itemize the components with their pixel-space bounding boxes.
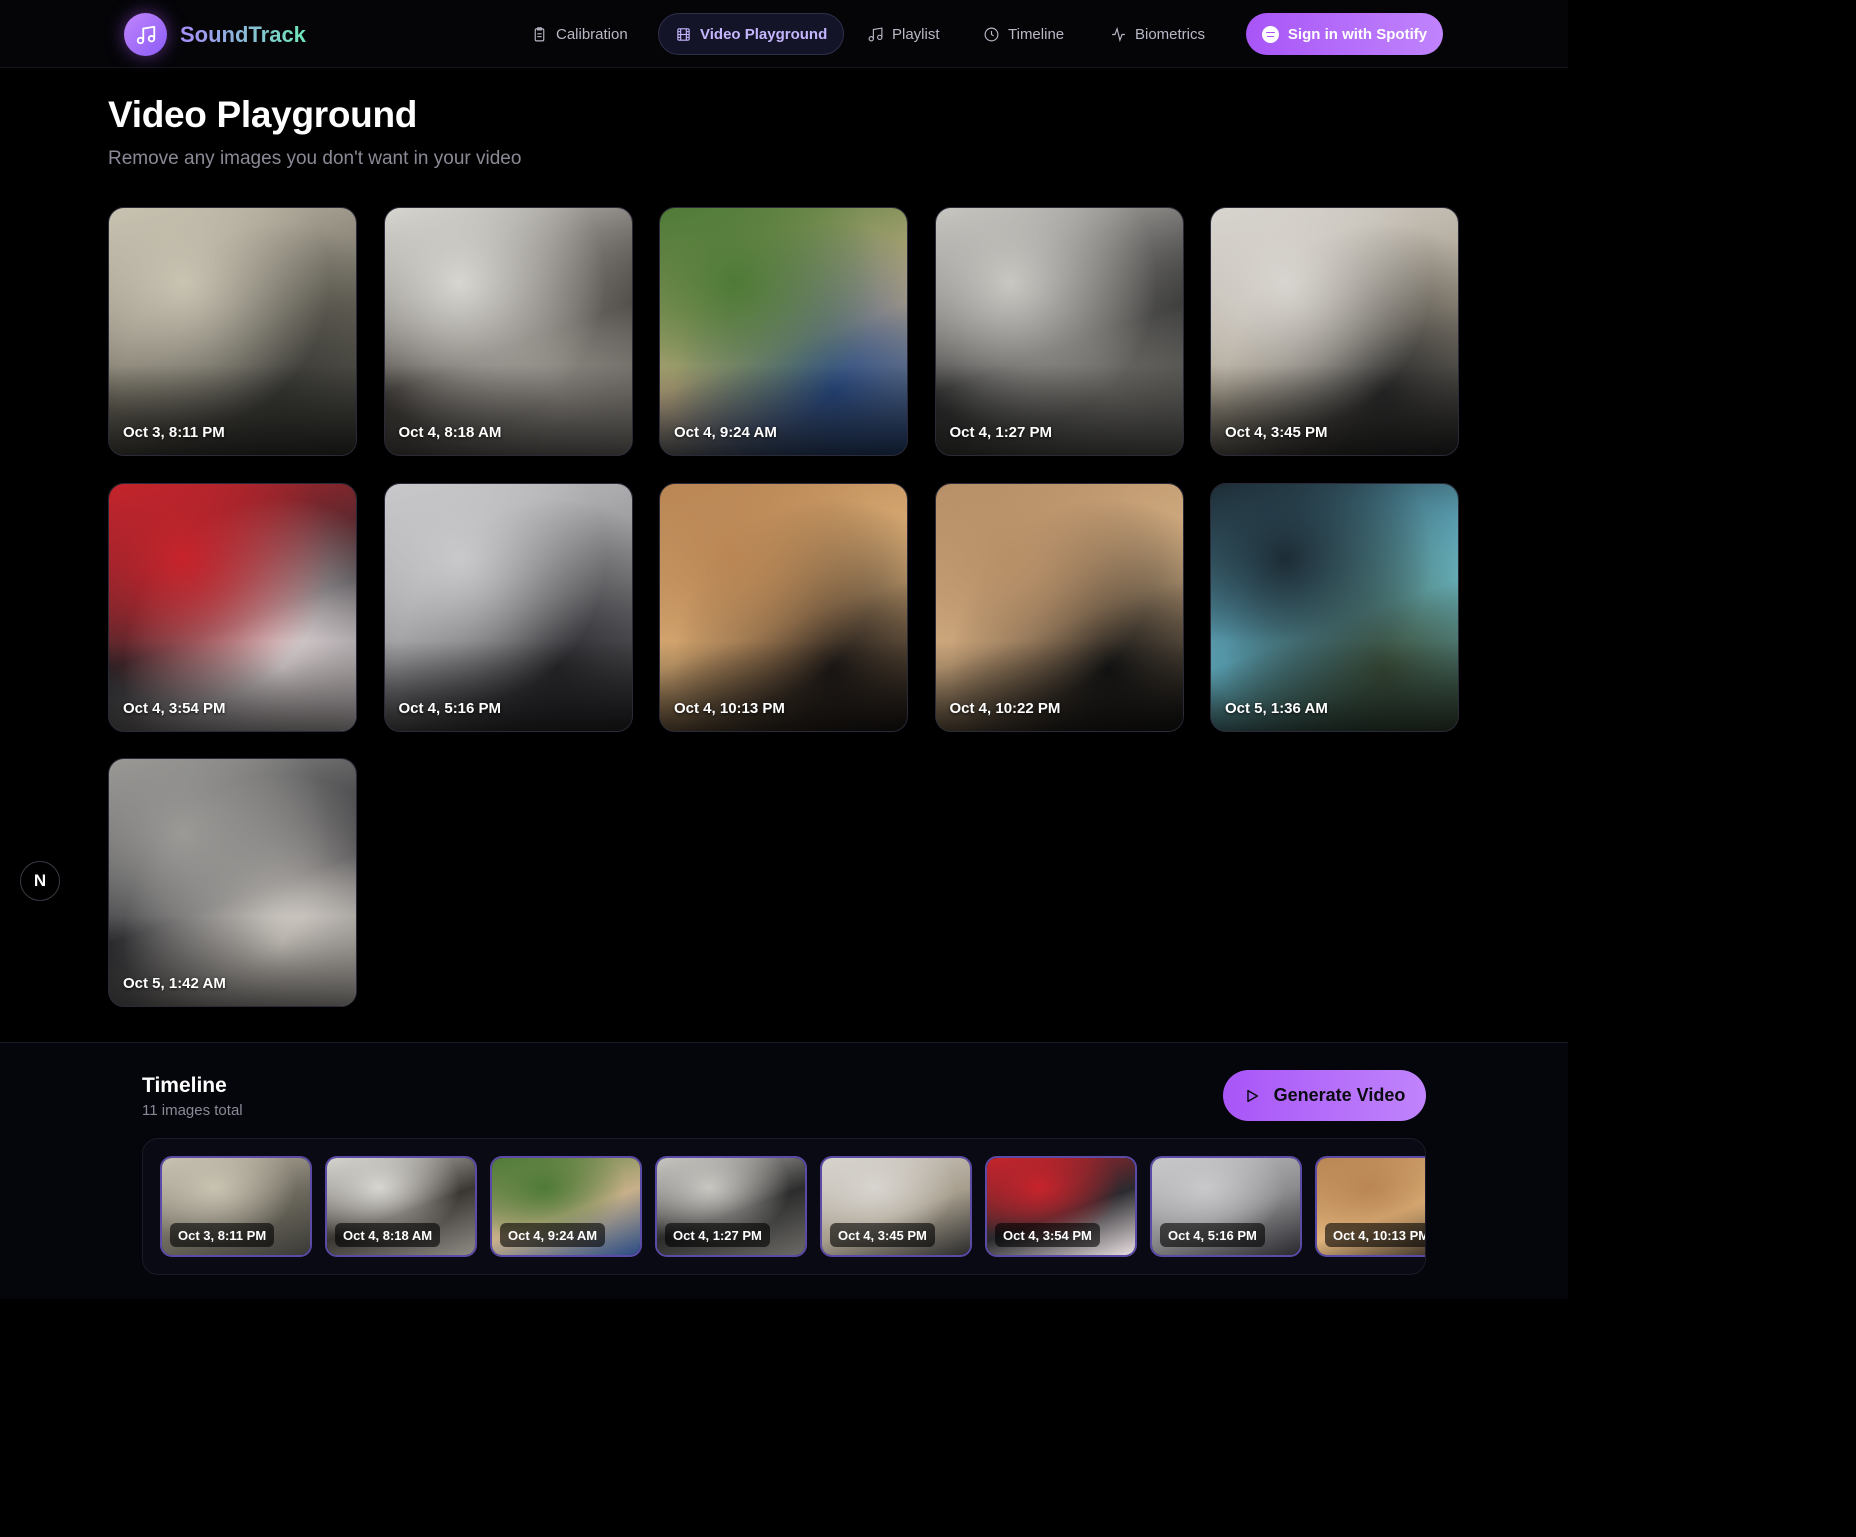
caption-gradient xyxy=(109,916,356,1006)
nav-item-timeline[interactable]: Timeline xyxy=(967,13,1080,55)
spotify-icon xyxy=(1261,25,1279,43)
thumb-timestamp: Oct 4, 1:27 PM xyxy=(665,1223,770,1247)
timeline-thumb[interactable]: Oct 4, 8:18 AM xyxy=(325,1156,477,1257)
nav-item-calibration[interactable]: Calibration xyxy=(515,13,644,55)
gallery-image-tile[interactable]: Oct 5, 1:42 AM xyxy=(108,758,357,1007)
caption-gradient xyxy=(384,640,632,731)
generate-video-label: Generate Video xyxy=(1273,1085,1406,1105)
photo-timestamp: Oct 3, 8:11 PM xyxy=(123,424,225,441)
timeline-thumb[interactable]: Oct 4, 9:24 AM xyxy=(490,1156,642,1257)
timeline-thumb[interactable]: Oct 4, 10:13 PM xyxy=(1315,1156,1425,1257)
thumb-timestamp: Oct 3, 8:11 PM xyxy=(170,1223,275,1247)
photo-timestamp: Oct 5, 1:36 AM xyxy=(1225,699,1328,717)
next-dev-badge[interactable]: N xyxy=(20,861,60,901)
caption-gradient xyxy=(109,365,356,455)
caption-gradient xyxy=(660,365,907,455)
photo-timestamp: Oct 4, 10:13 PM xyxy=(674,699,785,717)
gallery-image-tile[interactable]: Oct 5, 1:36 AM xyxy=(1210,482,1459,732)
nav-item-playlist[interactable]: Playlist xyxy=(851,13,956,55)
photo-timestamp: Oct 4, 8:18 AM xyxy=(398,424,502,441)
spotify-signin-label: Sign in with Spotify xyxy=(1287,25,1428,43)
photo-timestamp: Oct 5, 1:42 AM xyxy=(123,975,226,992)
gallery-image-tile[interactable]: Oct 4, 5:16 PM xyxy=(383,482,633,732)
gallery-image-tile[interactable]: Oct 4, 9:24 AM xyxy=(659,207,908,456)
gallery-image-tile[interactable]: Oct 3, 8:11 PM xyxy=(108,207,357,456)
caption-gradient xyxy=(1211,365,1458,455)
brand[interactable]: SoundTrack xyxy=(124,13,306,56)
photo-timestamp: Oct 4, 1:27 PM xyxy=(949,424,1053,441)
music-icon xyxy=(868,26,883,41)
caption-gradient xyxy=(109,640,356,731)
gallery-image-tile[interactable]: Oct 4, 8:18 AM xyxy=(383,207,633,456)
photo-timestamp: Oct 4, 10:22 PM xyxy=(949,699,1061,717)
thumb-timestamp: Oct 4, 10:13 PM xyxy=(1325,1223,1425,1247)
activity-icon xyxy=(1112,26,1125,42)
timeline-thumb[interactable]: Oct 4, 5:16 PM xyxy=(1150,1156,1302,1257)
timeline-thumb[interactable]: Oct 4, 3:54 PM xyxy=(985,1156,1137,1257)
thumb-timestamp: Oct 4, 8:18 AM xyxy=(335,1223,441,1247)
app-name: SoundTrack xyxy=(180,21,306,47)
thumb-timestamp: Oct 4, 3:45 PM xyxy=(830,1223,935,1247)
nav-label: Calibration xyxy=(556,25,628,43)
timeline-panel: Timeline 11 images total Generate Video … xyxy=(0,1042,1568,1299)
caption-gradient xyxy=(660,640,907,731)
timeline-strip[interactable]: Oct 3, 8:11 PM Oct 4, 8:18 AM Oct 4, 9:24 … xyxy=(142,1138,1426,1275)
caption-gradient xyxy=(935,365,1183,455)
nav-label: Video Playground xyxy=(700,25,828,43)
thumb-timestamp: Oct 4, 3:54 PM xyxy=(995,1223,1100,1247)
timeline-thumb[interactable]: Oct 4, 1:27 PM xyxy=(655,1156,807,1257)
caption-gradient xyxy=(1211,640,1458,731)
photo-timestamp: Oct 4, 9:24 AM xyxy=(674,424,777,441)
generate-video-button[interactable]: Generate Video xyxy=(1223,1070,1426,1121)
clipboard-icon xyxy=(534,26,545,41)
nav-item-biometrics[interactable]: Biometrics xyxy=(1094,13,1221,55)
photo-timestamp: Oct 4, 3:45 PM xyxy=(1225,424,1328,441)
clock-icon xyxy=(984,27,999,41)
top-navbar: SoundTrack Calibration Video Playground … xyxy=(0,0,1568,68)
timeline-thumb[interactable]: Oct 4, 3:45 PM xyxy=(820,1156,972,1257)
caption-gradient xyxy=(935,640,1183,731)
gallery-image-tile[interactable]: Oct 4, 10:22 PM xyxy=(934,482,1184,732)
gallery-image-tile[interactable]: Oct 4, 10:13 PM xyxy=(659,482,908,732)
film-icon xyxy=(677,27,690,41)
gallery-image-tile[interactable]: Oct 4, 3:54 PM xyxy=(108,482,357,732)
timeline-title: Timeline xyxy=(142,1074,227,1097)
gallery-image-tile[interactable]: Oct 4, 1:27 PM xyxy=(934,207,1184,456)
page-subtitle: Remove any images you don't want in your… xyxy=(108,148,522,169)
photo-timestamp: Oct 4, 5:16 PM xyxy=(398,699,502,717)
photo-timestamp: Oct 4, 3:54 PM xyxy=(123,699,226,717)
nav-label: Playlist xyxy=(892,25,940,43)
nav-label: Timeline xyxy=(1008,25,1065,43)
gallery-image-tile[interactable]: Oct 4, 3:45 PM xyxy=(1210,207,1459,456)
spotify-signin-button[interactable]: Sign in with Spotify xyxy=(1246,13,1443,55)
nav-label: Biometrics xyxy=(1135,25,1206,43)
thumb-timestamp: Oct 4, 5:16 PM xyxy=(1160,1223,1265,1247)
thumb-timestamp: Oct 4, 9:24 AM xyxy=(500,1223,606,1247)
caption-gradient xyxy=(384,365,632,455)
nav-item-video-playground[interactable]: Video Playground xyxy=(658,13,845,55)
page-title: Video Playground xyxy=(108,94,418,135)
timeline-thumb[interactable]: Oct 3, 8:11 PM xyxy=(160,1156,312,1257)
play-icon xyxy=(1246,1089,1258,1102)
timeline-count: 11 images total xyxy=(142,1102,243,1119)
music-note-icon xyxy=(124,13,167,56)
